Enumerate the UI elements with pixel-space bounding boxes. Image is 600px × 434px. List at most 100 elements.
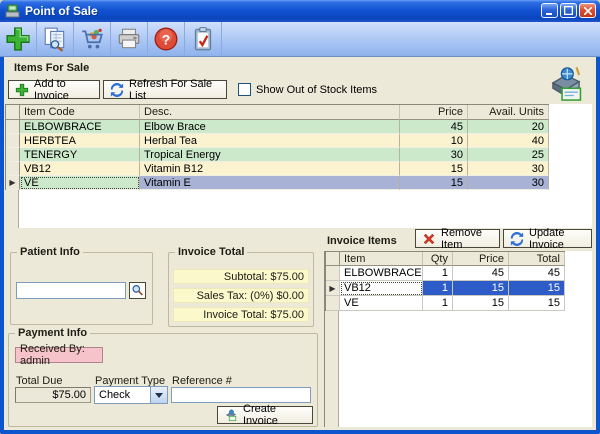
cell-desc[interactable]: Vitamin E — [140, 176, 400, 190]
invoice-total-group: Invoice Total Subtotal: $75.00 Sales Tax… — [168, 252, 314, 327]
cell-units[interactable]: 30 — [468, 162, 549, 176]
item-lookup-button[interactable] — [37, 22, 74, 56]
tasks-button[interactable] — [185, 22, 222, 56]
col-qty[interactable]: Qty — [423, 252, 453, 266]
col-total[interactable]: Total — [509, 252, 565, 266]
cell-units[interactable]: 20 — [468, 120, 549, 134]
cell-item-code[interactable]: ELBOWBRACE — [20, 120, 140, 134]
payment-info-group: Payment Info Received By: admin Total Du… — [8, 333, 318, 427]
cell-total[interactable]: 45 — [509, 266, 565, 281]
show-out-of-stock-label: Show Out of Stock Items — [256, 84, 377, 96]
col-item-code[interactable]: Item Code — [20, 105, 140, 120]
table-row-selected[interactable]: ▶ VE Vitamin E 15 30 — [6, 176, 549, 190]
patient-search-input[interactable] — [16, 282, 126, 299]
row-selector-strip — [325, 310, 339, 427]
header-selector-cell — [326, 252, 340, 266]
cell-desc[interactable]: Vitamin B12 — [140, 162, 400, 176]
current-row-marker: ▶ — [326, 281, 340, 296]
remove-item-button[interactable]: Remove Item — [415, 229, 500, 248]
close-button[interactable] — [579, 3, 596, 18]
refresh-icon — [510, 232, 524, 246]
cell-desc[interactable]: Tropical Energy — [140, 148, 400, 162]
cell-item-code[interactable]: HERBTEA — [20, 134, 140, 148]
cell-price[interactable]: 45 — [453, 266, 509, 281]
items-for-sale-title: Items For Sale — [14, 62, 89, 74]
cell-item[interactable]: VE — [340, 296, 423, 311]
col-price[interactable]: Price — [453, 252, 509, 266]
cell-total[interactable]: 15 — [509, 281, 565, 296]
reference-input[interactable] — [171, 387, 311, 403]
tasks-icon — [190, 26, 216, 52]
remove-icon — [422, 232, 436, 246]
cell-item[interactable]: VB12 — [340, 281, 423, 296]
help-button[interactable]: ? — [148, 22, 185, 56]
invoice-grid-header: Item Qty Price Total — [326, 252, 565, 266]
total-due-value: $75.00 — [15, 387, 91, 403]
invoice-grid-table: Item Qty Price Total ELBOWBRACE 1 45 45 … — [325, 251, 565, 311]
table-row[interactable]: TENERGY Tropical Energy 30 25 — [6, 148, 549, 162]
cell-desc[interactable]: Elbow Brace — [140, 120, 400, 134]
cell-qty[interactable]: 1 — [423, 281, 453, 296]
subtotal-value: Subtotal: $75.00 — [173, 269, 309, 284]
add-to-invoice-button[interactable]: Add to Invoice — [8, 80, 100, 99]
cell-qty[interactable]: 1 — [423, 296, 453, 311]
app-icon — [5, 3, 21, 19]
cell-item-code[interactable]: VB12 — [20, 162, 140, 176]
cart-icon — [79, 26, 105, 52]
cell-price[interactable]: 15 — [453, 281, 509, 296]
title-bar: Point of Sale — [0, 0, 600, 22]
cell-desc[interactable]: Herbal Tea — [140, 134, 400, 148]
cell-price[interactable]: 15 — [400, 176, 468, 190]
invoice-total-value: Invoice Total: $75.00 — [173, 307, 309, 322]
col-price[interactable]: Price — [400, 105, 468, 120]
cell-price[interactable]: 15 — [400, 162, 468, 176]
cell-total[interactable]: 15 — [509, 296, 565, 311]
sales-tax-value: Sales Tax: (0%) $0.00 — [173, 288, 309, 303]
cell-item[interactable]: ELBOWBRACE — [340, 266, 423, 281]
create-invoice-button[interactable]: Create Invoice — [217, 406, 313, 424]
reference-label: Reference # — [172, 375, 232, 387]
content-area: Items For Sale Add to Invoice Refresh Fo… — [4, 57, 596, 430]
table-row-selected[interactable]: ▶ VB12 1 15 15 — [326, 281, 565, 296]
cell-qty[interactable]: 1 — [423, 266, 453, 281]
print-button[interactable] — [111, 22, 148, 56]
cell-price[interactable]: 30 — [400, 148, 468, 162]
col-desc[interactable]: Desc. — [140, 105, 400, 120]
patient-search-button[interactable] — [129, 282, 146, 299]
cell-units[interactable]: 30 — [468, 176, 549, 190]
current-row-marker: ▶ — [6, 176, 20, 190]
payment-type-value: Check — [95, 389, 150, 401]
table-row[interactable]: VB12 Vitamin B12 15 30 — [6, 162, 549, 176]
add-item-button[interactable] — [0, 22, 37, 56]
items-grid-table: Item Code Desc. Price Avail. Units ELBOW… — [5, 104, 549, 190]
search-icon — [131, 284, 144, 297]
table-row[interactable]: VE 1 15 15 — [326, 296, 565, 311]
table-row[interactable]: HERBTEA Herbal Tea 10 40 — [6, 134, 549, 148]
table-row[interactable]: ELBOWBRACE 1 45 45 — [326, 266, 565, 281]
cell-units[interactable]: 40 — [468, 134, 549, 148]
cell-price[interactable]: 15 — [453, 296, 509, 311]
col-avail-units[interactable]: Avail. Units — [468, 105, 549, 120]
cell-item-code[interactable]: TENERGY — [20, 148, 140, 162]
cell-units[interactable]: 25 — [468, 148, 549, 162]
items-grid-header: Item Code Desc. Price Avail. Units — [6, 105, 549, 120]
refresh-for-sale-button[interactable]: Refresh For Sale List — [103, 80, 227, 99]
payment-type-select[interactable]: Check — [94, 386, 168, 404]
col-item[interactable]: Item — [340, 252, 423, 266]
chevron-down-icon[interactable] — [150, 387, 167, 403]
refresh-icon — [110, 83, 124, 97]
cell-price[interactable]: 45 — [400, 120, 468, 134]
items-for-sale-grid: Item Code Desc. Price Avail. Units ELBOW… — [5, 104, 592, 228]
total-due-label: Total Due — [16, 375, 62, 387]
update-invoice-button[interactable]: Update Invoice — [503, 229, 592, 248]
maximize-button[interactable] — [560, 3, 577, 18]
show-out-of-stock-checkbox[interactable] — [238, 83, 251, 96]
minimize-button[interactable] — [541, 3, 558, 18]
table-row[interactable]: ELBOWBRACE Elbow Brace 45 20 — [6, 120, 549, 134]
cell-price[interactable]: 10 — [400, 134, 468, 148]
cell-item-code[interactable]: VE — [20, 176, 140, 190]
invoice-total-title: Invoice Total — [175, 246, 247, 258]
point-of-sale-button[interactable] — [74, 22, 111, 56]
cash-register-icon — [544, 62, 588, 104]
row-selector-strip — [5, 189, 19, 228]
